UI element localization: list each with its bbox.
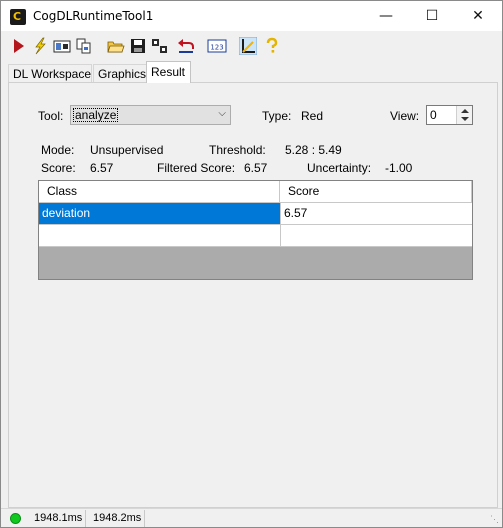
filtered-score-value: 6.57 (244, 161, 268, 175)
column-header-score[interactable]: Score (280, 181, 472, 203)
toolbar: 123 (1, 31, 502, 59)
result-grid[interactable]: Class Score deviation 6.57 (38, 180, 473, 280)
maximize-button[interactable]: ☐ (409, 1, 455, 31)
view-spinner[interactable]: 0 (426, 105, 473, 125)
grid-header-row: Class Score (39, 181, 472, 203)
tab-dl-workspace[interactable]: DL Workspace (8, 64, 92, 83)
type-value: Red (301, 109, 324, 123)
mode-label: Mode: (41, 143, 75, 157)
score-value: 6.57 (90, 161, 114, 175)
numeric-123-icon[interactable]: 123 (207, 37, 227, 55)
uncertainty-value: -1.00 (385, 161, 413, 175)
undo-icon[interactable] (177, 37, 195, 55)
app-window: C CogDLRuntimeTool1 — ☐ ✕ 123 DL Workspa… (0, 0, 503, 528)
cell-score[interactable] (280, 225, 472, 247)
chevron-down-icon: ⌵ (218, 108, 226, 119)
uncertainty-label: Uncertainty: (307, 161, 372, 175)
edit-bolt-icon[interactable] (31, 37, 49, 55)
column-header-class[interactable]: Class (39, 181, 280, 203)
threshold-label: Threshold: (209, 143, 266, 157)
help-icon[interactable] (263, 37, 281, 55)
copy-icon[interactable] (75, 37, 93, 55)
status-bar: 1948.1ms 1948.2ms ⋱ (1, 508, 502, 527)
threshold-value: 5.28 : 5.49 (285, 143, 342, 157)
view-spinner-value: 0 (430, 108, 437, 122)
view-label: View: (390, 109, 420, 123)
tool-label: Tool: (38, 109, 64, 123)
tab-result[interactable]: Result (146, 61, 191, 83)
cell-class[interactable] (39, 225, 280, 247)
spin-down-icon[interactable] (461, 117, 469, 121)
filtered-score-label: Filtered Score: (157, 161, 236, 175)
type-label: Type: (262, 109, 292, 123)
tool-dropdown[interactable]: analyze ⌵ (70, 105, 231, 125)
status-indicator-icon (10, 513, 21, 524)
table-row-new[interactable] (39, 225, 472, 247)
title-bar[interactable]: C CogDLRuntimeTool1 — ☐ ✕ (1, 1, 502, 31)
score-label: Score: (41, 161, 76, 175)
resize-grip-icon[interactable]: ⋱ (490, 514, 499, 525)
image-view-icon[interactable] (53, 37, 71, 55)
close-button[interactable]: ✕ (455, 1, 501, 31)
spin-up-icon[interactable] (461, 109, 469, 113)
app-logo-icon: C (10, 9, 26, 25)
measure-icon[interactable] (239, 37, 257, 55)
cell-score[interactable]: 6.57 (280, 203, 472, 225)
tool-dropdown-value: analyze (73, 108, 119, 122)
table-row[interactable]: deviation 6.57 (39, 203, 472, 225)
mode-value: Unsupervised (90, 143, 164, 157)
export-icon[interactable] (151, 37, 169, 55)
run-arrow-icon[interactable] (10, 37, 28, 55)
open-folder-icon[interactable] (107, 37, 125, 55)
save-icon[interactable] (129, 37, 147, 55)
status-time-2: 1948.2ms (90, 510, 146, 527)
status-time-1: 1948.1ms (31, 510, 87, 527)
numeric-123-label: 123 (210, 44, 223, 52)
cell-class[interactable]: deviation (39, 203, 280, 225)
view-spinner-buttons[interactable] (456, 106, 472, 124)
window-title: CogDLRuntimeTool1 (33, 9, 154, 23)
minimize-button[interactable]: — (363, 1, 409, 31)
tab-graphics[interactable]: Graphics (93, 64, 147, 83)
